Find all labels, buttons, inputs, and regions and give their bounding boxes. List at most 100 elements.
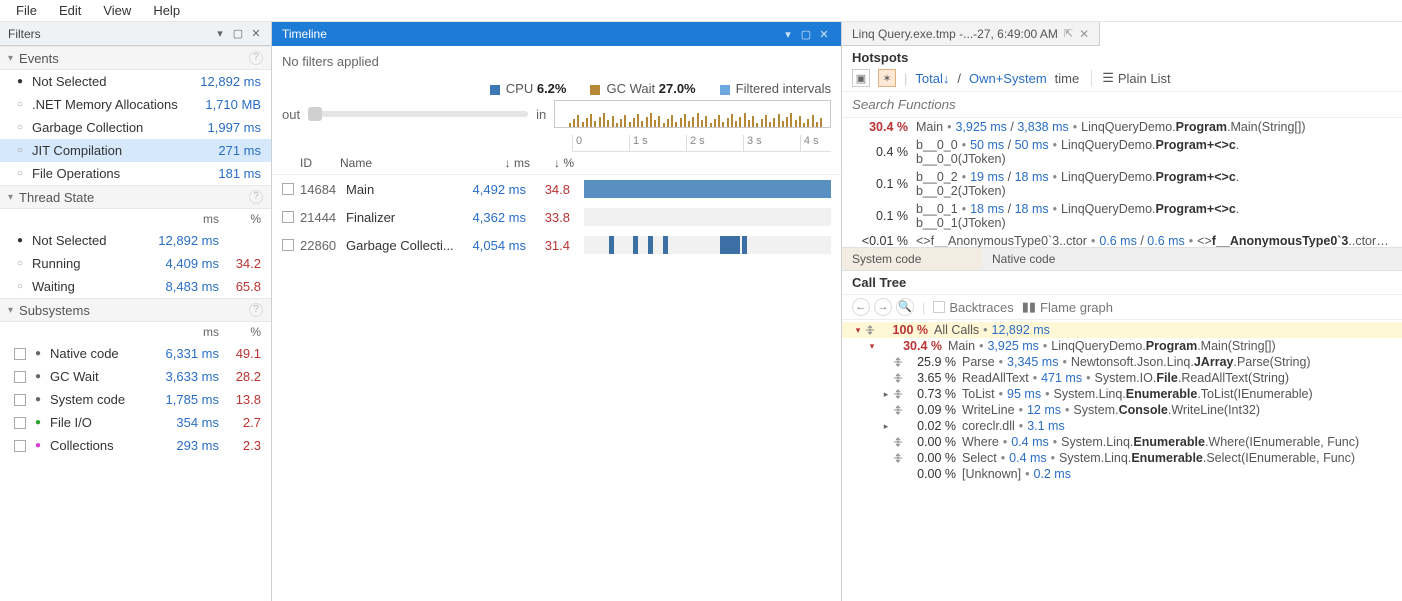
thread-bar[interactable] (584, 208, 831, 226)
color-dot-icon: ● (32, 394, 44, 405)
backtraces-toggle[interactable]: Backtraces (933, 300, 1013, 315)
thread-name: Finalizer (346, 210, 466, 225)
fold-icon[interactable] (892, 389, 904, 399)
checkbox-icon[interactable] (14, 371, 26, 383)
help-icon[interactable]: ? (249, 303, 263, 317)
help-icon[interactable]: ? (249, 51, 263, 65)
tree-row[interactable]: 0.00 %Select•0.4 ms•System.Linq.Enumerab… (842, 450, 1402, 466)
hotspot-row[interactable]: 0.1 %b__0_2•19 ms / 18 ms•LinqQueryDemo.… (842, 168, 1402, 200)
event-filter-row[interactable]: ○.NET Memory Allocations1,710 MB (0, 93, 271, 116)
checkbox-icon[interactable] (282, 211, 294, 223)
fold-icon[interactable] (892, 453, 904, 463)
subsystem-filter-row[interactable]: ●File I/O354 ms2.7 (0, 411, 271, 434)
thread-row[interactable]: 21444Finalizer4,362 ms33.8 (272, 203, 841, 231)
tree-row[interactable]: 0.00 %Where•0.4 ms•System.Linq.Enumerabl… (842, 434, 1402, 450)
threadstate-filter-row[interactable]: ○Waiting8,483 ms65.8 (0, 275, 271, 298)
subsystem-filter-row[interactable]: ●System code1,785 ms13.8 (0, 388, 271, 411)
dropdown-icon[interactable]: ▾ (781, 28, 795, 41)
menu-view[interactable]: View (93, 1, 141, 20)
subsystem-filter-row[interactable]: ●GC Wait3,633 ms28.2 (0, 365, 271, 388)
fold-icon[interactable] (864, 325, 876, 335)
fold-icon[interactable] (892, 357, 904, 367)
checkbox-icon[interactable] (282, 183, 294, 195)
mode-total[interactable]: Total↓ (915, 71, 949, 86)
tree-row[interactable]: 0.09 %WriteLine•12 ms•System.Console.Wri… (842, 402, 1402, 418)
help-icon[interactable]: ? (249, 190, 263, 204)
subsystems-section-header[interactable]: ▾ Subsystems ? (0, 298, 271, 322)
nav-back-icon[interactable]: ← (852, 298, 870, 316)
pin-icon[interactable]: ▢ (231, 27, 245, 40)
subsystem-filter-row[interactable]: ●Collections293 ms2.3 (0, 434, 271, 457)
checkbox-icon[interactable] (14, 394, 26, 406)
tree-pct: 0.00 % (904, 435, 956, 449)
checkbox-icon[interactable] (14, 348, 26, 360)
threads-header: ID Name ↓ ms ↓ % (272, 152, 841, 175)
thread-name: Garbage Collecti... (346, 238, 466, 253)
nav-fwd-icon[interactable]: → (874, 298, 892, 316)
thread-bar[interactable] (584, 180, 831, 198)
fold-icon[interactable] (892, 373, 904, 383)
collapse-code-icon[interactable]: ✶ (878, 69, 896, 87)
mode-own-system[interactable]: Own+System (969, 71, 1047, 86)
subsystem-filter-row[interactable]: ●Native code6,331 ms49.1 (0, 342, 271, 365)
tree-pct: 0.00 % (904, 467, 956, 481)
menu-edit[interactable]: Edit (49, 1, 91, 20)
tree-row[interactable]: 0.00 %[Unknown]•0.2 ms (842, 466, 1402, 482)
event-filter-row[interactable]: ○File Operations181 ms (0, 162, 271, 185)
events-section-header[interactable]: ▾ Events ? (0, 46, 271, 70)
color-dot-icon: ● (32, 417, 44, 428)
expand-icon[interactable]: ▾ (852, 325, 864, 336)
nav-search-icon[interactable]: 🔍 (896, 298, 914, 316)
filter-label: System code (50, 392, 145, 407)
event-filter-row[interactable]: ●Not Selected12,892 ms (0, 70, 271, 93)
hotspot-row[interactable]: 0.1 %b__0_1•18 ms / 18 ms•LinqQueryDemo.… (842, 200, 1402, 232)
expand-all-icon[interactable]: ▣ (852, 69, 870, 87)
expand-icon[interactable]: ▸ (880, 421, 892, 432)
tree-row[interactable]: ▾30.4 %Main•3,925 ms•LinqQueryDemo.Progr… (842, 338, 1402, 354)
view-plain-list[interactable]: ☰ Plain List (1091, 70, 1170, 86)
checkbox-icon[interactable] (14, 440, 26, 452)
hotspot-row[interactable]: 30.4 %Main•3,925 ms / 3,838 ms•LinqQuery… (842, 118, 1402, 136)
event-filter-row[interactable]: ○Garbage Collection1,997 ms (0, 116, 271, 139)
close-icon[interactable]: ✕ (1079, 27, 1089, 41)
thread-row[interactable]: 14684Main4,492 ms34.8 (272, 175, 841, 203)
filter-pct: 2.7 (219, 415, 261, 430)
threadstate-section-header[interactable]: ▾ Thread State ? (0, 185, 271, 209)
tree-row[interactable]: 3.65 %ReadAllText•471 ms•System.IO.File.… (842, 370, 1402, 386)
thread-row[interactable]: 22860Garbage Collecti...4,054 ms31.4 (272, 231, 841, 259)
menu-file[interactable]: File (6, 1, 47, 20)
checkbox-icon[interactable] (282, 239, 294, 251)
expand-icon[interactable]: ▸ (880, 389, 892, 400)
event-filter-row[interactable]: ○JIT Compilation271 ms (0, 139, 271, 162)
tree-row[interactable]: ▾100 %All Calls•12,892 ms (842, 322, 1402, 338)
fold-icon[interactable] (892, 405, 904, 415)
dropdown-icon[interactable]: ▾ (213, 27, 227, 40)
pin-icon[interactable]: ⇱ (1064, 27, 1073, 40)
zoom-slider[interactable] (308, 111, 528, 117)
calltree-toolbar: ← → 🔍 | Backtraces ▮▮ Flame graph (842, 295, 1402, 320)
threadstate-filter-row[interactable]: ○Running4,409 ms34.2 (0, 252, 271, 275)
hotspot-row[interactable]: <0.01 %<>f__AnonymousType0`3..ctor•0.6 m… (842, 232, 1402, 248)
expand-icon[interactable]: ▾ (866, 341, 878, 352)
flame-graph-button[interactable]: ▮▮ Flame graph (1022, 299, 1113, 315)
fold-icon[interactable] (892, 437, 904, 447)
pin-icon[interactable]: ▢ (799, 28, 813, 41)
tree-row[interactable]: 25.9 %Parse•3,345 ms•Newtonsoft.Json.Lin… (842, 354, 1402, 370)
menu-help[interactable]: Help (143, 1, 190, 20)
hotspot-row[interactable]: 0.4 %b__0_0•50 ms / 50 ms•LinqQueryDemo.… (842, 136, 1402, 168)
snapshot-tab[interactable]: Linq Query.exe.tmp -...-27, 6:49:00 AM ⇱… (842, 22, 1100, 46)
subsystems-header-label: Subsystems (19, 303, 90, 318)
overview-chart[interactable] (554, 100, 831, 128)
filter-pct: 2.3 (219, 438, 261, 453)
tree-row[interactable]: ▸0.73 %ToList•95 ms•System.Linq.Enumerab… (842, 386, 1402, 402)
search-input[interactable] (842, 92, 1402, 118)
color-dot-icon: ● (32, 440, 44, 451)
tree-text: WriteLine•12 ms•System.Console.WriteLine… (962, 403, 1260, 417)
checkbox-icon[interactable] (14, 417, 26, 429)
thread-bar[interactable] (584, 236, 831, 254)
close-icon[interactable]: ✕ (249, 27, 263, 40)
close-icon[interactable]: ✕ (817, 28, 831, 41)
tree-row[interactable]: ▸0.02 %coreclr.dll•3.1 ms (842, 418, 1402, 434)
thread-id: 14684 (300, 182, 346, 197)
threadstate-filter-row[interactable]: ●Not Selected12,892 ms (0, 229, 271, 252)
